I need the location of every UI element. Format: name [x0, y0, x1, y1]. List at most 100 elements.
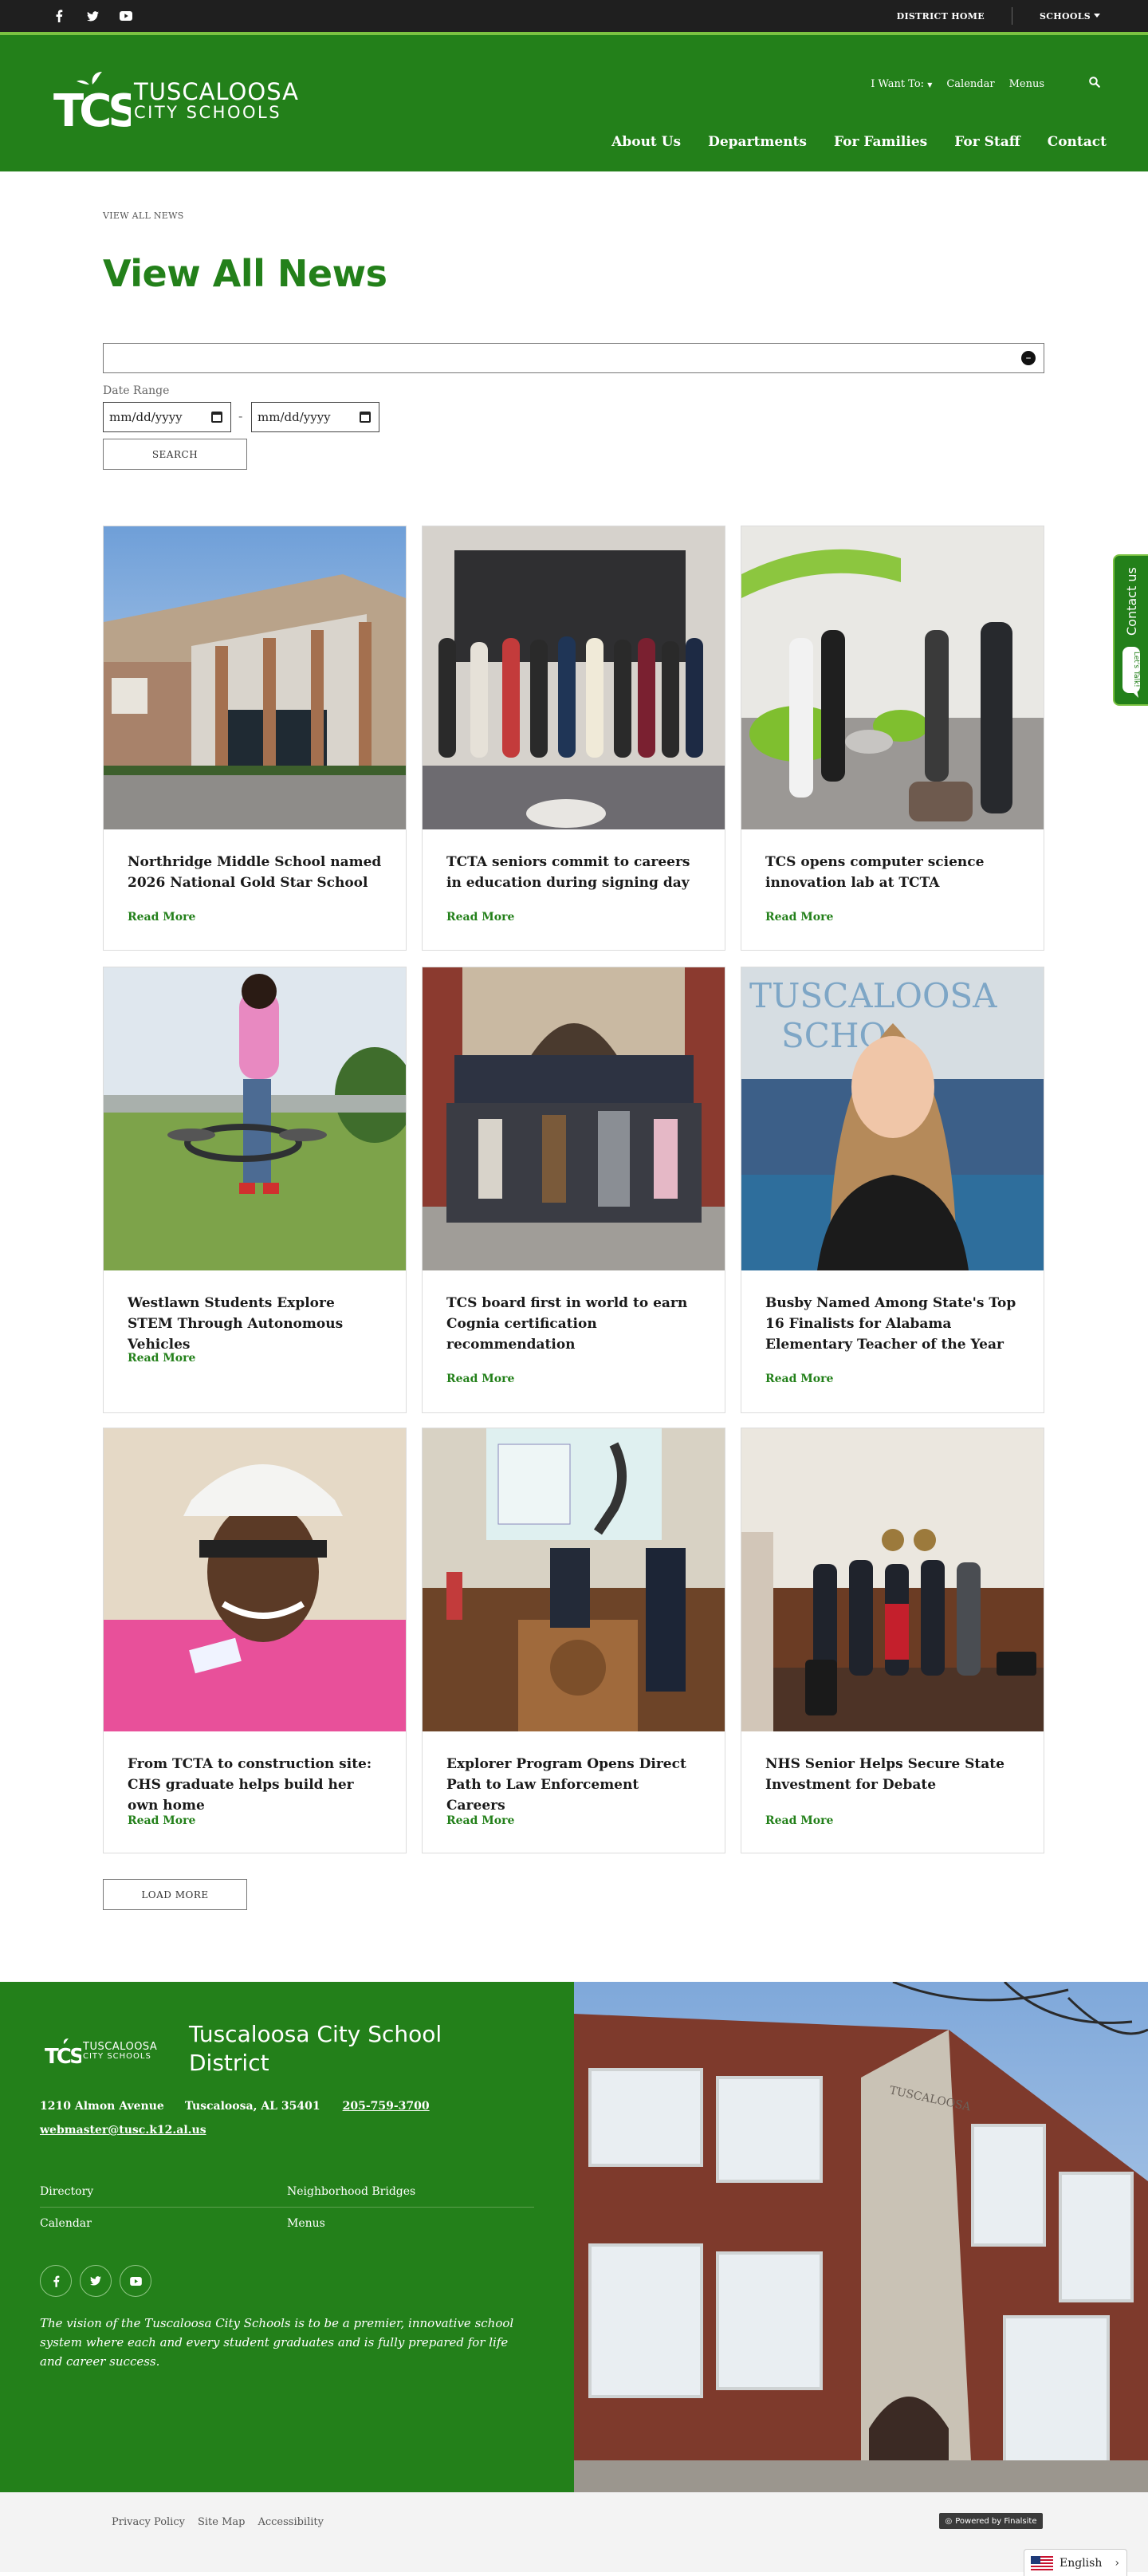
news-title[interactable]: NHS Senior Helps Secure State Investment… — [765, 1754, 1020, 1795]
footer-logo-wordmark: TUSCALOOSA CITY SCHOOLS — [83, 2042, 157, 2061]
footer-address: 1210 Almon Avenue Tuscaloosa, AL 35401 2… — [40, 2100, 430, 2113]
footer-link-directory[interactable]: Directory — [40, 2185, 287, 2198]
page-title: View All News — [103, 252, 387, 295]
facebook-icon[interactable] — [49, 6, 69, 26]
footer-link-calendar[interactable]: Calendar — [40, 2217, 287, 2230]
news-card[interactable]: NHS Senior Helps Secure State Investment… — [741, 1428, 1044, 1853]
news-title[interactable]: Explorer Program Opens Direct Path to La… — [446, 1754, 702, 1816]
youtube-icon[interactable] — [120, 2265, 151, 2297]
footer-vision-statement: The vision of the Tuscaloosa City School… — [40, 2316, 514, 2369]
twitter-icon[interactable] — [80, 2265, 112, 2297]
news-title[interactable]: Busby Named Among State's Top 16 Finalis… — [765, 1293, 1020, 1355]
contact-us-label: Contact us — [1124, 567, 1139, 636]
news-card[interactable]: TCS opens computer science innovation la… — [741, 526, 1044, 951]
news-card[interactable]: Explorer Program Opens Direct Path to La… — [422, 1428, 725, 1853]
news-photo-innovation-lab[interactable] — [741, 526, 1044, 829]
bottom-bar: Privacy Policy Site Map Accessibility ◎ … — [0, 2492, 1148, 2576]
news-photo-habitat-build[interactable] — [104, 1428, 406, 1731]
news-card[interactable]: Westlawn Students Explore STEM Through A… — [103, 967, 407, 1413]
site-header: TCS TUSCALOOSA CITY SCHOOLS I Want To: ▼… — [0, 32, 1148, 171]
language-label: English — [1060, 2556, 1103, 2570]
nav-for-families[interactable]: For Families — [834, 134, 927, 150]
calendar-icon[interactable] — [211, 412, 222, 423]
read-more-link[interactable]: Read More — [128, 911, 195, 924]
news-photo-explorer-program[interactable] — [423, 1428, 725, 1731]
news-photo-signing-day[interactable] — [423, 526, 725, 829]
keyword-search-input[interactable]: – — [103, 343, 1044, 373]
read-more-link[interactable]: Read More — [446, 1373, 514, 1385]
powered-by-label: Powered by Finalsite — [955, 2516, 1037, 2526]
news-photo-debate-investment[interactable] — [741, 1428, 1044, 1731]
start-date-input[interactable]: mm/dd/yyyy — [103, 402, 231, 432]
svg-text:Let's Talk!: Let's Talk! — [1132, 652, 1140, 687]
news-title[interactable]: TCS board first in world to earn Cognia … — [446, 1293, 702, 1355]
end-date-input[interactable]: mm/dd/yyyy — [251, 402, 379, 432]
svg-text:TUSCALOOSA: TUSCALOOSA — [749, 976, 997, 1015]
read-more-link[interactable]: Read More — [446, 911, 514, 924]
svg-text:TCS: TCS — [53, 85, 131, 131]
site-logo[interactable]: TCS TUSCALOOSA CITY SCHOOLS — [53, 70, 299, 131]
search-button[interactable]: SEARCH — [103, 439, 247, 470]
news-card[interactable]: TCS board first in world to earn Cognia … — [422, 967, 725, 1413]
site-map-link[interactable]: Site Map — [198, 2516, 246, 2528]
district-home-link[interactable]: DISTRICT HOME — [897, 11, 985, 22]
news-card[interactable]: TCTA seniors commit to careers in educat… — [422, 526, 725, 951]
footer-phone-link[interactable]: 205-759-3700 — [343, 2100, 430, 2113]
news-photo-drone-student[interactable] — [104, 967, 406, 1270]
footer-email-link[interactable]: webmaster@tusc.k12.al.us — [40, 2124, 206, 2137]
read-more-link[interactable]: Read More — [765, 911, 833, 924]
read-more-link[interactable]: Read More — [765, 1373, 833, 1385]
news-title[interactable]: Westlawn Students Explore STEM Through A… — [128, 1293, 383, 1355]
clear-icon[interactable]: – — [1021, 351, 1036, 365]
news-title[interactable]: TCTA seniors commit to careers in educat… — [446, 852, 702, 893]
read-more-link[interactable]: Read More — [446, 1814, 514, 1827]
accessibility-link[interactable]: Accessibility — [258, 2516, 324, 2528]
search-icon[interactable] — [1089, 77, 1100, 91]
logo-wordmark: TUSCALOOSA CITY SCHOOLS — [134, 77, 299, 121]
svg-text:TCS: TCS — [45, 2045, 81, 2065]
footer-social — [40, 2265, 151, 2297]
news-title[interactable]: TCS opens computer science innovation la… — [765, 852, 1020, 893]
main-nav: About Us Departments For Families For St… — [611, 134, 1107, 150]
twitter-icon[interactable] — [83, 6, 102, 26]
chevron-right-icon: › — [1115, 2556, 1119, 2570]
powered-by-finalsite-badge[interactable]: ◎ Powered by Finalsite — [939, 2513, 1043, 2529]
end-date-placeholder: mm/dd/yyyy — [258, 410, 331, 424]
footer-tcs-logo-mark: TCS — [45, 2038, 81, 2065]
facebook-icon[interactable] — [40, 2265, 72, 2297]
menus-link[interactable]: Menus — [1009, 78, 1044, 90]
nav-departments[interactable]: Departments — [708, 134, 807, 150]
nav-contact[interactable]: Contact — [1048, 134, 1107, 150]
news-card[interactable]: Northridge Middle School named 2026 Nati… — [103, 526, 407, 951]
logo-line-1: TUSCALOOSA — [134, 77, 299, 105]
calendar-icon[interactable] — [360, 412, 371, 423]
nav-about-us[interactable]: About Us — [611, 134, 681, 150]
youtube-icon[interactable] — [116, 6, 136, 26]
footer-link-neighborhood-bridges[interactable]: Neighborhood Bridges — [287, 2185, 534, 2198]
news-photo-board-group[interactable] — [423, 967, 725, 1270]
read-more-link[interactable]: Read More — [128, 1352, 195, 1365]
footer-district-name: Tuscaloosa City School District — [189, 2021, 442, 2076]
news-title[interactable]: Northridge Middle School named 2026 Nati… — [128, 852, 383, 893]
news-card[interactable]: TUSCALOOSA SCHO Busby Named Among State'… — [741, 967, 1044, 1413]
footer-logo-line-2: CITY SCHOOLS — [83, 2051, 151, 2061]
read-more-link[interactable]: Read More — [128, 1814, 195, 1827]
i-want-to-menu[interactable]: I Want To: ▼ — [871, 78, 932, 90]
schools-menu[interactable]: SCHOOLS — [1040, 11, 1100, 22]
news-title[interactable]: From TCTA to construction site: CHS grad… — [128, 1754, 383, 1816]
news-card[interactable]: From TCTA to construction site: CHS grad… — [103, 1428, 407, 1853]
load-more-button[interactable]: LOAD MORE — [103, 1879, 247, 1910]
footer-link-menus[interactable]: Menus — [287, 2217, 534, 2230]
news-photo-teacher-portrait[interactable]: TUSCALOOSA SCHO — [741, 967, 1044, 1270]
tcs-logo-mark: TCS — [53, 72, 131, 131]
footer-logo-line-1: TUSCALOOSA — [83, 2040, 158, 2053]
news-photo-school-building[interactable] — [104, 526, 406, 829]
privacy-policy-link[interactable]: Privacy Policy — [112, 2516, 185, 2528]
footer-logo[interactable]: TCS TUSCALOOSA CITY SCHOOLS — [45, 2038, 157, 2065]
nav-for-staff[interactable]: For Staff — [954, 134, 1020, 150]
calendar-link[interactable]: Calendar — [946, 78, 994, 90]
contact-us-tab[interactable]: Contact us Let's Talk! — [1113, 554, 1148, 706]
us-flag-icon — [1031, 2555, 1053, 2570]
chat-bubble-icon: Let's Talk! — [1122, 647, 1140, 698]
read-more-link[interactable]: Read More — [765, 1814, 833, 1827]
